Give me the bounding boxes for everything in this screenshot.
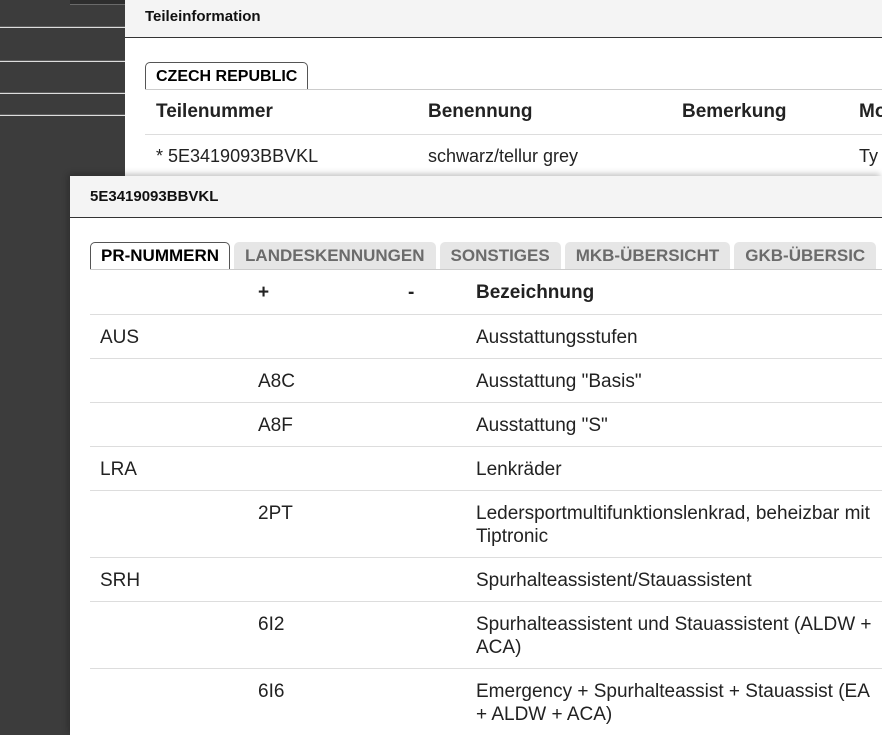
pr-number-table: + - Bezeichnung AUS Ausstattungsstufen A… [90,270,882,735]
column-header-plus: + [258,282,270,303]
description-cell: Ausstattungsstufen [476,327,638,348]
description-cell: Ausstattung "Basis" [476,371,642,392]
table-row: LRA Lenkräder [90,447,882,491]
dialog-title: 5E3419093BBVKL [90,188,219,205]
tab-mkb-uebersicht[interactable]: MKB-ÜBERSICHT [564,242,731,269]
plus-cell: A8C [258,371,295,392]
sidebar-divider [0,60,125,62]
description-cell: Ledersportmultifunktionslenkrad, beheizb… [476,503,870,547]
column-header-minus: - [408,282,415,303]
sidebar-divider [0,92,125,94]
part-number-cell[interactable]: * 5E3419093BBVKL [156,146,318,167]
mo-cell: Ty [859,146,879,166]
plus-cell: 6I6 [258,681,285,702]
column-header-benennung[interactable]: Benennung [428,101,533,123]
plus-cell: 2PT [258,503,293,524]
sidebar-top-box[interactable] [70,0,125,5]
tab-sonstiges[interactable]: SONSTIGES [439,242,561,269]
part-detail-dialog: 5E3419093BBVKL PR-NUMMERN LANDESKENNUNGEN… [70,176,882,735]
table-row: A8F Ausstattung "S" [90,403,882,447]
plus-cell: 6I2 [258,614,285,635]
family-cell: LRA [100,459,137,480]
plus-cell: A8F [258,415,293,436]
column-header-bemerkung[interactable]: Bemerkung [682,101,787,123]
family-cell: AUS [100,327,140,348]
table-row: 6I6 Emergency + Spurhalteassist + Stauas… [90,669,882,735]
country-tab[interactable]: CZECH REPUBLIC [145,62,309,89]
dialog-header: 5E3419093BBVKL [70,176,882,218]
table-row: 6I2 Spurhalteassistent und Stauassistent… [90,602,882,669]
designation-cell: schwarz/tellur grey [428,146,579,166]
header-separator [145,134,882,135]
column-header-teilenummer[interactable]: Teilenummer [156,101,273,123]
sidebar-divider [0,114,125,116]
table-row: A8C Ausstattung "Basis" [90,359,882,403]
tab-pr-nummern[interactable]: PR-NUMMERN [90,242,231,269]
description-cell: Lenkräder [476,459,562,480]
description-cell: Spurhalteassistent/Stauassistent [476,570,752,591]
column-header-mo[interactable]: Mo [859,101,882,123]
description-cell: Ausstattung "S" [476,415,608,436]
parts-info-header: Teileinformation [125,0,882,38]
table-row: 2PT Ledersportmultifunktionslenkrad, beh… [90,491,882,558]
column-header-bezeichnung: Bezeichnung [476,282,595,303]
table-row: AUS Ausstattungsstufen [90,315,882,359]
sidebar-divider [0,26,125,28]
tab-gkb-uebersicht[interactable]: GKB-ÜBERSIC [734,242,877,269]
tab-landeskennungen[interactable]: LANDESKENNUNGEN [234,242,436,269]
table-header-row: + - Bezeichnung [90,270,882,315]
parts-info-title: Teileinformation [145,8,261,25]
description-cell: Emergency + Spurhalteassist + Stauassist… [476,681,869,725]
country-tab-line [145,89,882,90]
table-row: SRH Spurhalteassistent/Stauassistent [90,558,882,602]
dialog-tabs: PR-NUMMERN LANDESKENNUNGEN SONSTIGES MKB-ÜB… [90,242,880,269]
description-cell: Spurhalteassistent und Stauassistent (AL… [476,614,872,658]
family-cell: SRH [100,570,141,591]
